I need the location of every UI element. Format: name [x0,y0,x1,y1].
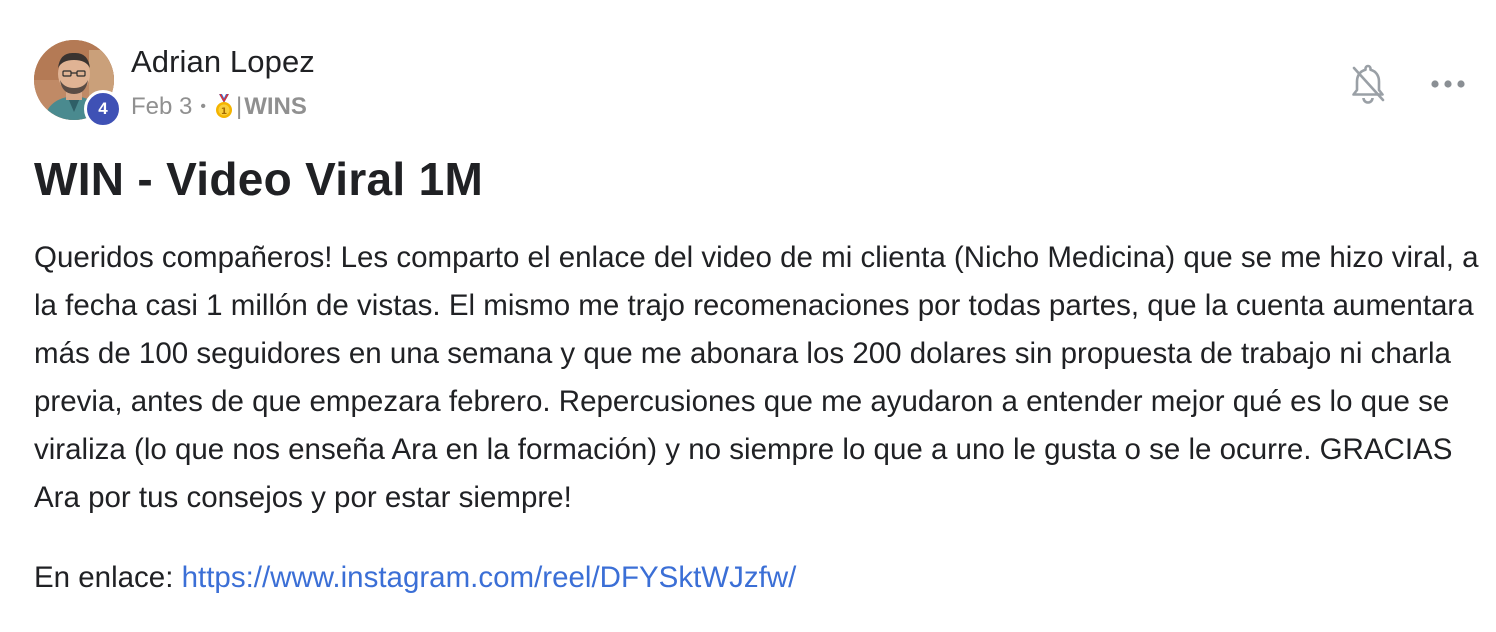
bell-off-icon[interactable] [1348,62,1388,106]
instagram-reel-link[interactable]: https://www.instagram.com/reel/DFYSktWJz… [182,561,797,594]
post-link-line: En enlace: https://www.instagram.com/ree… [34,554,796,602]
post-card: 4 Adrian Lopez Feb 3 • 1 | WINS WIN - Vi… [0,0,1496,632]
post-meta: Feb 3 • 1 | WINS [131,93,307,121]
post-body-text: Queridos compañeros! Les comparto el enl… [34,241,1479,514]
post-title: WIN - Video Viral 1M [34,153,484,205]
author-avatar-wrapper[interactable]: 4 [34,40,122,128]
link-label: En enlace: [34,561,182,594]
category-label[interactable]: WINS [244,93,307,121]
more-options-icon[interactable] [1428,70,1468,98]
svg-text:1: 1 [221,107,227,117]
post-body: Queridos compañeros! Les comparto el enl… [34,234,1490,522]
level-badge: 4 [84,90,122,128]
gold-medal-icon: 1 [214,93,234,120]
category-prefix: | [235,93,243,120]
meta-separator: • [200,98,206,115]
post-date[interactable]: Feb 3 [131,93,192,121]
author-name[interactable]: Adrian Lopez [131,44,315,80]
